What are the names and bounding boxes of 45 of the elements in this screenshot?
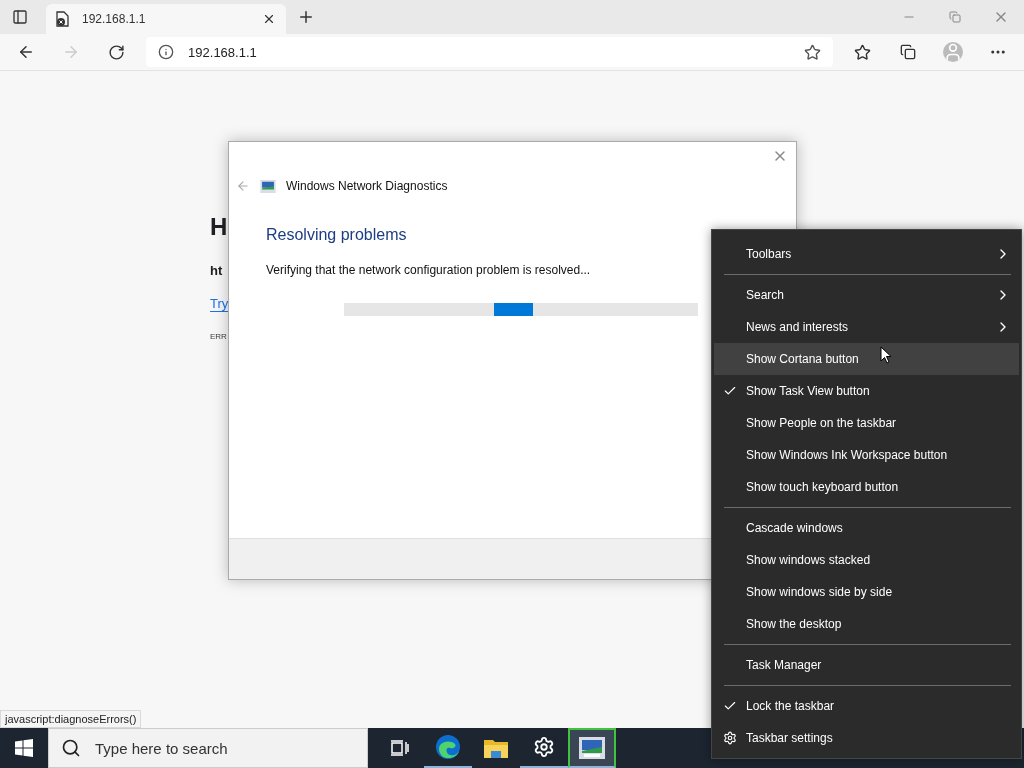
info-icon[interactable]: [158, 44, 175, 60]
page-heading: H: [210, 213, 228, 241]
menu-item[interactable]: Task Manager: [714, 649, 1019, 681]
menu-item[interactable]: Show Windows Ink Workspace button: [714, 439, 1019, 471]
status-url: javascript:diagnoseErrors(): [0, 710, 142, 728]
search-icon: [61, 738, 81, 758]
windows-logo-icon: [15, 739, 33, 757]
address-field[interactable]: 192.168.1.1: [146, 37, 833, 67]
menu-item[interactable]: Cascade windows: [714, 512, 1019, 544]
mouse-cursor-icon: [880, 346, 892, 364]
network-diagnostics-icon: [579, 737, 605, 759]
taskbar-app-button[interactable]: [568, 728, 616, 768]
menu-item[interactable]: Lock the taskbar: [714, 690, 1019, 722]
page-url-text: ht: [210, 263, 223, 278]
close-tab-icon[interactable]: [262, 12, 276, 26]
dialog-title: Windows Network Diagnostics: [286, 179, 448, 193]
settings-icon: [533, 736, 555, 758]
gear-icon: [723, 731, 737, 745]
page-error-icon: [56, 11, 70, 27]
tab-actions-icon[interactable]: [12, 9, 28, 25]
menu-item[interactable]: Taskbar settings: [714, 722, 1019, 754]
browser-icon: [435, 734, 461, 760]
menu-item[interactable]: Show windows stacked: [714, 544, 1019, 576]
new-tab-icon[interactable]: [297, 8, 315, 26]
folder-icon: [484, 738, 508, 758]
menu-item[interactable]: Search: [714, 279, 1019, 311]
favorites-icon[interactable]: [853, 43, 871, 61]
menu-item[interactable]: News and interests: [714, 311, 1019, 343]
menu-item[interactable]: Show Cortana button: [714, 343, 1019, 375]
error-code: ERR: [210, 332, 227, 341]
taskbar-search-field[interactable]: Type here to search: [48, 728, 368, 768]
dialog-heading: Resolving problems: [266, 226, 408, 244]
menu-item[interactable]: Toolbars: [714, 238, 1019, 270]
task-view-icon: [391, 740, 409, 756]
reload-icon[interactable]: [107, 43, 125, 61]
menu-item[interactable]: Show the desktop: [714, 608, 1019, 640]
browser-tab[interactable]: 192.168.1.1: [46, 4, 286, 34]
add-favorite-icon[interactable]: [803, 43, 821, 61]
menu-item[interactable]: Show windows side by side: [714, 576, 1019, 608]
dialog-message: Verifying that the network configuration problem is resolved...: [266, 263, 592, 277]
menu-item[interactable]: Show touch keyboard button: [714, 471, 1019, 503]
menu-item[interactable]: Show People on the taskbar: [714, 407, 1019, 439]
collections-icon[interactable]: [899, 44, 916, 60]
network-diagnostics-icon: [260, 179, 276, 193]
menu-item[interactable]: Show Task View button: [714, 375, 1019, 407]
